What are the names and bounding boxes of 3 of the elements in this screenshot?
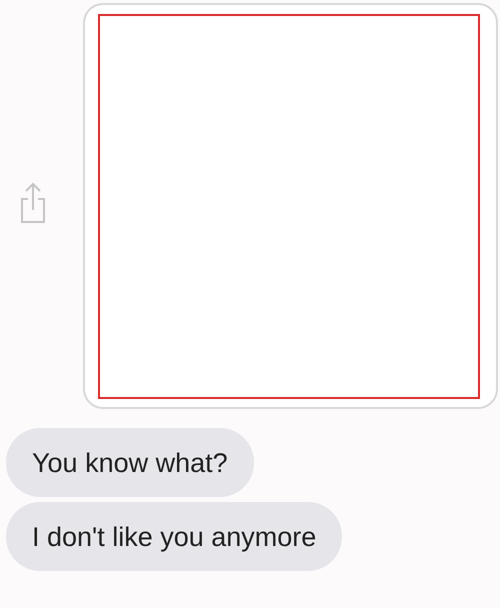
share-icon[interactable] — [20, 182, 46, 224]
message-bubble: I don't like you anymore — [6, 502, 342, 571]
message-bubble: You know what? — [6, 428, 254, 497]
